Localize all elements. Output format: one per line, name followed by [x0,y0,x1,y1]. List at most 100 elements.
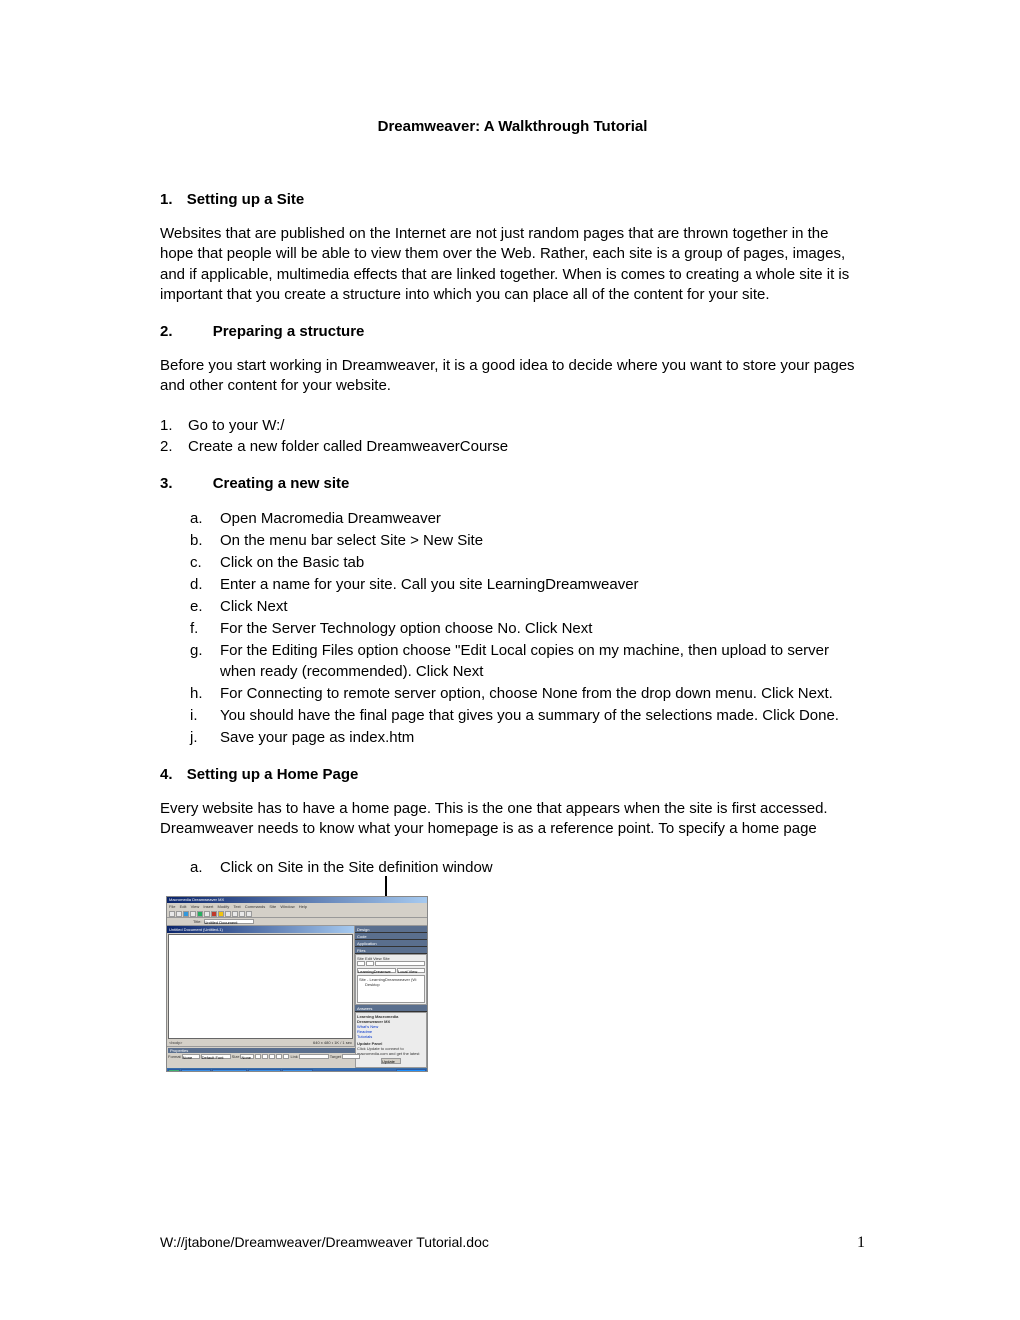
menu-edit[interactable]: Edit [180,904,187,909]
toolbar-button[interactable] [264,919,270,924]
toolbar-button[interactable] [204,911,210,917]
toolbar-button[interactable] [183,911,189,917]
italic-button[interactable] [262,1054,268,1059]
menu-help[interactable]: Help [299,904,307,909]
toolbar-button[interactable] [256,919,262,924]
toolbar-button[interactable] [169,911,175,917]
panel-design-head[interactable]: Design [355,926,427,933]
size-select[interactable]: None [240,1054,254,1059]
align-button[interactable] [276,1054,282,1059]
title-label: Title: [193,919,202,924]
panel-files-head[interactable]: Files [355,947,427,954]
list-item: b.On the menu bar select Site > New Site [190,530,865,551]
section-1-label: Setting up a Site [187,191,305,208]
toolbar-button[interactable] [225,911,231,917]
taskbar-item[interactable]: Dreamweaver T... [212,1069,247,1072]
list-item: j.Save your page as index.htm [190,727,865,748]
answers-link[interactable]: Tutorials [357,1034,425,1039]
toolbar-button[interactable] [211,911,217,917]
app-menubar: File Edit View Insert Modify Text Comman… [167,903,427,910]
section-3-label: Creating a new site [213,475,350,492]
section-2-numlist: 1.Go to your W:/ 2.Create a new folder c… [160,415,865,457]
panel-app-head[interactable]: Application [355,940,427,947]
start-button[interactable]: Start [168,1069,180,1072]
refresh-icon[interactable] [366,961,374,966]
toolbar-button[interactable] [232,911,238,917]
toolbar-button[interactable] [218,911,224,917]
list-item: a.Click on Site in the Site definition w… [190,857,865,878]
menu-insert[interactable]: Insert [203,904,213,909]
insert-toolbar [167,910,427,918]
list-item: f.For the Server Technology option choos… [190,618,865,639]
update-button[interactable]: Update [381,1058,401,1064]
dreamweaver-screenshot: Macromedia Dreamweaver MX File Edit View… [166,896,865,1072]
section-2-label: Preparing a structure [213,323,365,340]
format-select[interactable]: None [182,1054,200,1059]
menu-modify[interactable]: Modify [217,904,229,909]
section-3-alphalist: a.Open Macromedia Dreamweaver b.On the m… [160,508,865,748]
taskbar-item[interactable]: Untitled - Paint [282,1069,312,1072]
status-bar: <body> 640 x 480 • 1K / 1 sec [167,1040,354,1046]
toolbar-button[interactable] [197,911,203,917]
document-area: Untitled Document (Untitled-1) <body> 64… [167,926,355,1046]
list-item: c.Click on the Basic tab [190,552,865,573]
target-label: Target [330,1054,341,1059]
files-toolbar-cell[interactable] [375,961,425,966]
site-tree[interactable]: Site - LearningDreamweaver (W: Desktop [357,975,425,1003]
menu-view[interactable]: View [191,904,200,909]
taskbar-item[interactable]: Macromedia D... [248,1069,281,1072]
section-4-heading: 4. Setting up a Home Page [160,766,865,783]
app-window: Macromedia Dreamweaver MX File Edit View… [166,896,428,1072]
target-select[interactable] [342,1054,360,1059]
footer-path: W://jtabone/Dreamweaver/Dreamweaver Tuto… [160,1234,489,1252]
section-4-paragraph: Every website has to have a home page. T… [160,799,865,840]
tree-item[interactable]: Desktop [359,982,423,987]
align-button[interactable] [283,1054,289,1059]
section-2-num: 2. [160,323,173,340]
section-4-num: 4. [160,766,173,783]
link-input[interactable] [299,1054,329,1059]
panel-group: Design Code Application Files Site Edit … [355,926,427,1046]
toolbar-button[interactable] [246,911,252,917]
view-button[interactable] [177,919,183,924]
title-input[interactable]: Untitled Document [204,919,254,924]
link-label: Link [290,1054,297,1059]
menu-file[interactable]: File [169,904,175,909]
page-footer: W://jtabone/Dreamweaver/Dreamweaver Tuto… [160,1234,865,1252]
view-select[interactable]: Local View [397,968,425,973]
menu-site[interactable]: Site [269,904,276,909]
bold-button[interactable] [255,1054,261,1059]
format-label: Format [168,1054,181,1059]
system-tray[interactable]: 12:34 PM [396,1069,426,1072]
size-label: Size [232,1054,240,1059]
section-1-num: 1. [160,191,173,208]
view-button[interactable] [169,919,175,924]
panel-code-head[interactable]: Code [355,933,427,940]
tag-selector[interactable]: <body> [169,1040,182,1046]
taskbar-item[interactable]: Adobe InCopy [181,1069,210,1072]
toolbar-button[interactable] [239,911,245,917]
toolbar-button[interactable] [190,911,196,917]
update-text: Click Update to connect to macromedia.co… [357,1046,425,1056]
document-canvas[interactable] [168,934,353,1039]
files-icon[interactable] [357,961,365,966]
section-1-heading: 1. Setting up a Site [160,191,865,208]
menu-commands[interactable]: Commands [245,904,265,909]
section-2-paragraph: Before you start working in Dreamweaver,… [160,356,865,397]
list-item: i.You should have the final page that gi… [190,705,865,726]
section-1-paragraph: Websites that are published on the Inter… [160,224,865,305]
list-item: 2.Create a new folder called Dreamweaver… [160,436,865,457]
answers-panel: Learning Macromedia Dreamweaver MX What'… [355,1012,427,1068]
list-item: d.Enter a name for your site. Call you s… [190,574,865,595]
font-select[interactable]: Default Font [201,1054,231,1059]
panel-answers-head[interactable]: Answers [355,1005,427,1012]
files-panel: Site Edit View Site LearningDreamwe Loca… [355,954,427,1005]
align-button[interactable] [269,1054,275,1059]
menu-text[interactable]: Text [233,904,240,909]
toolbar-button[interactable] [176,911,182,917]
list-item: e.Click Next [190,596,865,617]
view-button[interactable] [185,919,191,924]
site-select[interactable]: LearningDreamwe [357,968,396,973]
document-toolbar: Title: Untitled Document [167,918,427,926]
menu-window[interactable]: Window [280,904,294,909]
